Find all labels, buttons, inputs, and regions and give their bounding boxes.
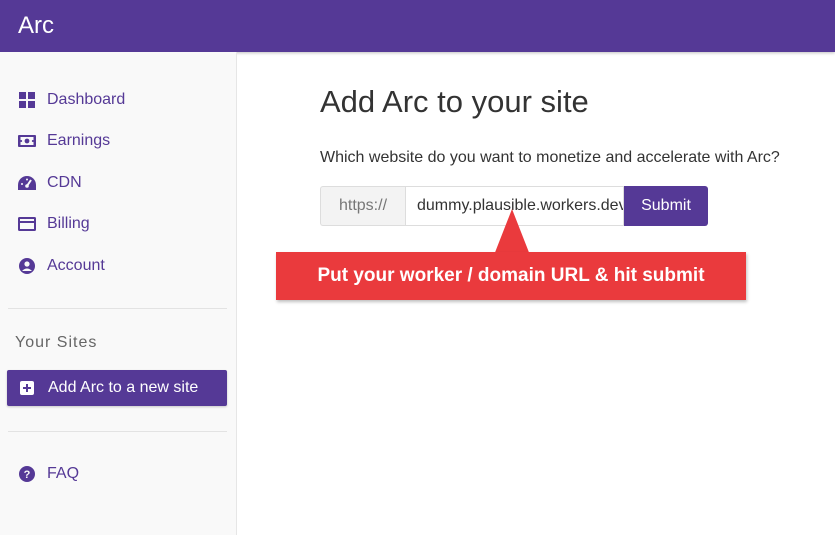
sidebar-item-label: Add Arc to a new site (48, 379, 199, 396)
question-circle-icon: ? (18, 465, 36, 483)
app-title: Arc (18, 12, 54, 39)
sidebar-item-earnings[interactable]: Earnings (18, 129, 110, 153)
sidebar-divider (8, 308, 227, 309)
sidebar-item-billing[interactable]: Billing (18, 212, 90, 236)
url-prefix: https:// (320, 186, 405, 226)
user-circle-icon (18, 257, 36, 275)
submit-button[interactable]: Submit (624, 186, 708, 226)
sidebar-divider (8, 431, 227, 432)
money-icon (18, 132, 36, 150)
sidebar-item-label: FAQ (47, 465, 80, 482)
annotation-callout: Put your worker / domain URL & hit submi… (276, 252, 746, 300)
plus-square-icon (19, 380, 35, 396)
sidebar-item-label: CDN (47, 174, 82, 191)
sidebar-item-add-site[interactable]: Add Arc to a new site (7, 370, 227, 406)
credit-card-icon (18, 215, 36, 233)
sidebar-item-label: Billing (47, 215, 90, 232)
site-question: Which website do you want to monetize an… (320, 149, 780, 166)
sidebar-item-dashboard[interactable]: Dashboard (18, 88, 125, 112)
sidebar-item-label: Account (47, 257, 105, 274)
svg-text:?: ? (24, 469, 31, 481)
sidebar-section-title: Your Sites (15, 334, 98, 351)
sidebar-item-cdn[interactable]: CDN (18, 171, 82, 195)
dashboard-icon (18, 91, 36, 109)
sidebar-item-label: Earnings (47, 132, 111, 149)
callout-arrow (494, 209, 530, 255)
sidebar: Dashboard Earnings CDN Billing Account Y… (0, 52, 237, 535)
sidebar-item-account[interactable]: Account (18, 254, 105, 278)
speedometer-icon (18, 174, 36, 192)
page-title: Add Arc to your site (320, 84, 589, 119)
sidebar-item-faq[interactable]: ? FAQ (18, 462, 79, 486)
sidebar-item-label: Dashboard (47, 91, 126, 108)
top-bar: Arc (0, 0, 835, 52)
